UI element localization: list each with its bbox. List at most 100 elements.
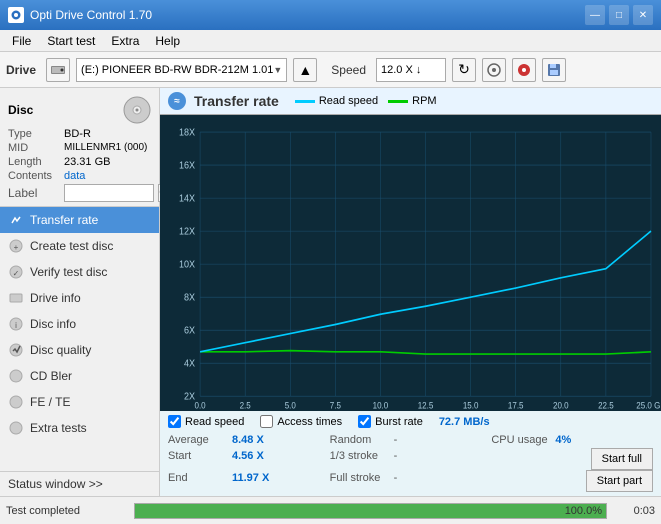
start-part-button[interactable]: Start part bbox=[586, 470, 653, 492]
average-value: 8.48 X bbox=[232, 434, 264, 446]
nav-disc-info[interactable]: i Disc info bbox=[0, 311, 159, 337]
random-value: - bbox=[394, 434, 398, 446]
app-icon bbox=[8, 7, 24, 23]
legend-rpm-label: RPM bbox=[412, 95, 436, 107]
menu-file[interactable]: File bbox=[4, 32, 39, 50]
sidebar-bottom: Status window >> bbox=[0, 471, 159, 496]
sidebar: Disc Type BD-R MID MILLENMR1 (000) Lengt… bbox=[0, 88, 160, 496]
type-value: BD-R bbox=[64, 128, 91, 140]
stat-cpu: CPU usage 4% bbox=[491, 434, 653, 446]
maximize-button[interactable]: □ bbox=[609, 5, 629, 25]
nav-verify-test-disc[interactable]: ✓ Verify test disc bbox=[0, 259, 159, 285]
svg-text:4X: 4X bbox=[184, 358, 196, 370]
label-key: Label bbox=[8, 186, 60, 200]
fe-te-icon bbox=[8, 394, 24, 410]
end-value: 11.97 X bbox=[232, 472, 269, 484]
svg-text:17.5: 17.5 bbox=[508, 400, 524, 411]
start-value: 4.56 X bbox=[232, 450, 264, 462]
save-button[interactable] bbox=[542, 58, 566, 82]
menu-help[interactable]: Help bbox=[147, 32, 188, 50]
nav-disc-quality[interactable]: Disc quality bbox=[0, 337, 159, 363]
read-speed-cb[interactable] bbox=[168, 415, 181, 428]
nav-disc-info-label: Disc info bbox=[30, 317, 76, 331]
nav-create-test-disc[interactable]: + Create test disc bbox=[0, 233, 159, 259]
contents-key: Contents bbox=[8, 170, 60, 182]
drive-label: Drive bbox=[6, 63, 36, 77]
nav-cd-bler[interactable]: CD Bler bbox=[0, 363, 159, 389]
eject-button[interactable]: ▲ bbox=[293, 58, 317, 82]
title-bar-left: Opti Drive Control 1.70 bbox=[8, 7, 152, 23]
status-text: Test completed bbox=[6, 505, 126, 517]
svg-text:i: i bbox=[15, 321, 17, 330]
settings-button[interactable] bbox=[482, 58, 506, 82]
access-times-checkbox[interactable]: Access times bbox=[260, 415, 342, 428]
checkbox-row: Read speed Access times Burst rate 72.7 … bbox=[168, 415, 653, 428]
svg-text:6X: 6X bbox=[184, 325, 196, 337]
disc-icon bbox=[123, 96, 151, 124]
transfer-rate-icon bbox=[8, 212, 24, 228]
stat-col-8: Full stroke - bbox=[330, 470, 492, 492]
drive-select[interactable]: (E:) PIONEER BD-RW BDR-212M 1.01 ▼ bbox=[76, 58, 287, 82]
full-stroke-key: Full stroke bbox=[330, 472, 390, 484]
burst-rate-cb-label: Burst rate bbox=[375, 416, 423, 428]
stat-col-7: End 11.97 X bbox=[168, 470, 330, 492]
start-full-button[interactable]: Start full bbox=[591, 448, 653, 470]
media-button[interactable] bbox=[512, 58, 536, 82]
svg-text:16X: 16X bbox=[179, 160, 196, 172]
burst-rate-checkbox[interactable]: Burst rate bbox=[358, 415, 423, 428]
access-times-cb-label: Access times bbox=[277, 416, 342, 428]
nav-drive-info[interactable]: Drive info bbox=[0, 285, 159, 311]
disc-section: Disc Type BD-R MID MILLENMR1 (000) Lengt… bbox=[0, 92, 159, 207]
read-speed-checkbox[interactable]: Read speed bbox=[168, 415, 244, 428]
burst-rate-cb[interactable] bbox=[358, 415, 371, 428]
speed-select[interactable]: 12.0 X ↓ bbox=[376, 58, 446, 82]
type-key: Type bbox=[8, 128, 60, 140]
average-key: Average bbox=[168, 434, 228, 446]
read-speed-cb-label: Read speed bbox=[185, 416, 244, 428]
disc-quality-icon bbox=[8, 342, 24, 358]
menu-extra[interactable]: Extra bbox=[103, 32, 147, 50]
close-button[interactable]: ✕ bbox=[633, 5, 653, 25]
disc-label: Disc bbox=[8, 103, 33, 117]
end-key: End bbox=[168, 472, 228, 484]
stroke13-value: - bbox=[394, 450, 398, 462]
svg-text:18X: 18X bbox=[179, 127, 196, 139]
stat-full-stroke: Full stroke - bbox=[330, 472, 492, 484]
status-bar: Test completed 100.0% 0:03 bbox=[0, 496, 661, 524]
chart-icon: ≈ bbox=[168, 92, 186, 110]
svg-text:10X: 10X bbox=[179, 259, 196, 271]
label-input[interactable] bbox=[64, 184, 154, 202]
legend-read-speed: Read speed bbox=[295, 95, 378, 107]
verify-test-disc-icon: ✓ bbox=[8, 264, 24, 280]
window-controls: — □ ✕ bbox=[585, 5, 653, 25]
nav-transfer-rate[interactable]: Transfer rate bbox=[0, 207, 159, 233]
legend-read-speed-color bbox=[295, 100, 315, 103]
legend-rpm: RPM bbox=[388, 95, 436, 107]
menu-bar: File Start test Extra Help bbox=[0, 30, 661, 52]
access-times-cb[interactable] bbox=[260, 415, 273, 428]
random-key: Random bbox=[330, 434, 390, 446]
svg-text:20.0: 20.0 bbox=[553, 400, 569, 411]
stats-row-3: End 11.97 X Full stroke - Start part bbox=[168, 470, 653, 492]
length-value: 23.31 GB bbox=[64, 156, 110, 168]
legend-rpm-color bbox=[388, 100, 408, 103]
menu-start-test[interactable]: Start test bbox=[39, 32, 103, 50]
create-test-disc-icon: + bbox=[8, 238, 24, 254]
nav-fe-te[interactable]: FE / TE bbox=[0, 389, 159, 415]
nav-fe-te-label: FE / TE bbox=[30, 395, 70, 409]
status-window-button[interactable]: Status window >> bbox=[0, 472, 159, 496]
speed-label: Speed bbox=[331, 63, 366, 77]
burst-rate-value: 72.7 MB/s bbox=[439, 416, 490, 428]
refresh-button[interactable]: ↻ bbox=[452, 58, 476, 82]
cpu-value: 4% bbox=[555, 434, 571, 446]
stats-row-1: Average 8.48 X Random - CPU usage 4% bbox=[168, 432, 653, 448]
chart-title: Transfer rate bbox=[194, 93, 279, 109]
minimize-button[interactable]: — bbox=[585, 5, 605, 25]
disc-length-row: Length 23.31 GB bbox=[8, 156, 151, 168]
nav-extra-tests[interactable]: Extra tests bbox=[0, 415, 159, 441]
drive-icon-btn[interactable] bbox=[46, 58, 70, 82]
nav-drive-info-label: Drive info bbox=[30, 291, 81, 305]
length-key: Length bbox=[8, 156, 60, 168]
mid-key: MID bbox=[8, 142, 60, 154]
stat-col-1: Average 8.48 X bbox=[168, 432, 330, 448]
